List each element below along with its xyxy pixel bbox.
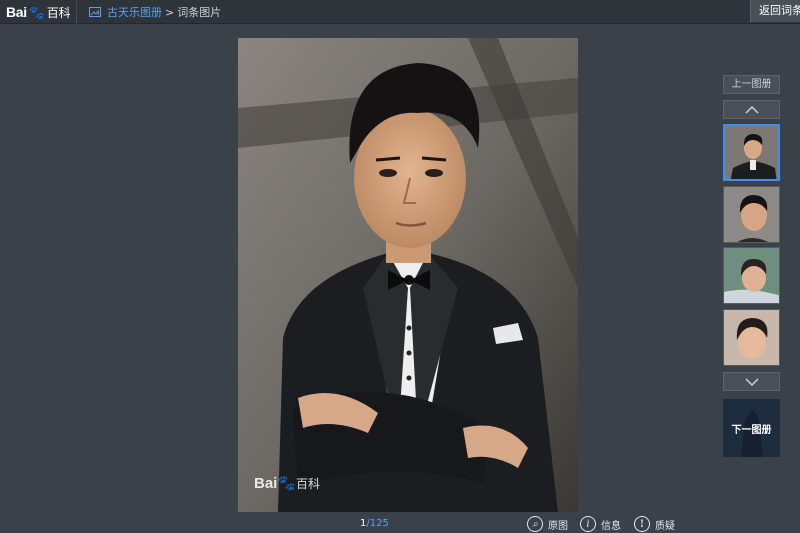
portrait-image [238, 38, 578, 512]
next-album-label: 下一图册 [731, 425, 772, 436]
report-label: 质疑 [655, 520, 675, 532]
baidu-baike-logo[interactable]: Bai 🐾 百科 [6, 2, 70, 22]
chevron-down-icon [744, 378, 759, 387]
scroll-up-button[interactable] [723, 100, 780, 119]
chevron-up-icon [744, 105, 759, 114]
logo-suffix: 百科 [46, 5, 71, 20]
main-photo[interactable]: Bai🐾百科 [238, 38, 578, 512]
baike-watermark: Bai🐾百科 [254, 474, 320, 492]
original-image-label: 原图 [548, 520, 568, 532]
thumbnail-2[interactable] [723, 186, 780, 243]
thumbnail-image [725, 126, 778, 179]
thumbnail-4[interactable] [723, 309, 780, 366]
breadcrumb: 古天乐图册 > 词条图片 [89, 4, 221, 20]
next-album-button[interactable]: 下一图册 [723, 399, 780, 457]
top-bar: Bai 🐾 百科 古天乐图册 > 词条图片 返回词条 [0, 0, 800, 24]
prev-album-button[interactable]: 上一图册 [723, 75, 780, 94]
thumbnail-image [724, 310, 779, 365]
album-title-link[interactable]: 古天乐图册 [107, 4, 162, 20]
watermark-text: Bai [254, 475, 278, 492]
album-icon [89, 7, 101, 17]
exclamation-icon: ! [634, 516, 650, 532]
watermark-suffix: 百科 [296, 477, 321, 491]
thumbnail-1[interactable] [723, 124, 780, 181]
scroll-down-button[interactable] [723, 372, 780, 391]
watermark-paw-icon: 🐾 [277, 475, 297, 492]
paw-icon: 🐾 [28, 4, 45, 20]
thumbnail-image [724, 187, 779, 242]
image-counter: 1/125 [360, 518, 389, 529]
breadcrumb-separator: > [165, 5, 175, 19]
header-divider [76, 0, 77, 24]
current-page-label: 词条图片 [177, 6, 222, 19]
logo-text: Bai [6, 4, 27, 20]
report-button[interactable]: ! 质疑 [634, 515, 675, 533]
info-label: 信息 [601, 520, 621, 532]
info-button[interactable]: i 信息 [580, 515, 621, 533]
info-icon: i [580, 516, 596, 532]
thumbnail-3[interactable] [723, 247, 780, 304]
total-count: /125 [366, 518, 389, 529]
thumbnail-image [724, 248, 779, 303]
original-image-button[interactable]: ⌕ 原图 [527, 515, 568, 533]
back-to-entry-button[interactable]: 返回词条 [750, 0, 800, 22]
photo-toolbar: 1/125 ⌕ 原图 i 信息 ! 质疑 [0, 515, 800, 533]
magnifier-icon: ⌕ [527, 516, 543, 532]
